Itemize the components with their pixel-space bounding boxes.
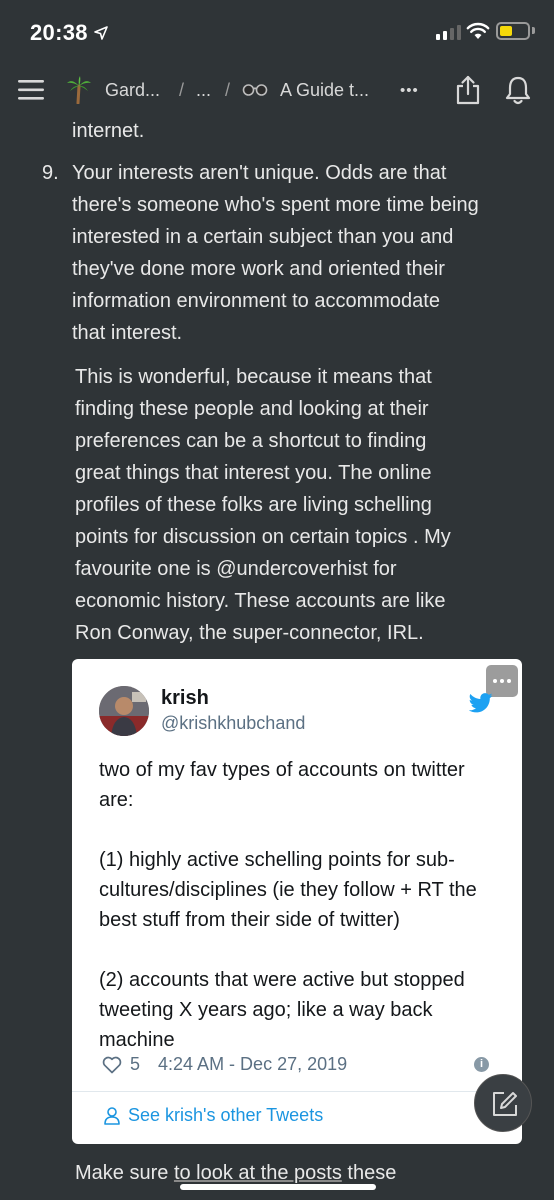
edit-button[interactable] [474,1074,532,1132]
palm-tree-icon [67,76,91,104]
breadcrumb-ellipsis[interactable]: ... [196,62,211,118]
divider [72,1091,522,1092]
paragraph-line: finding these people and looking at thei… [75,398,429,420]
list-item-line: there's someone who's spent more time be… [72,194,479,216]
list-item-number: 9. [42,162,59,184]
person-icon [104,1106,120,1125]
share-icon [456,75,480,105]
hamburger-icon [18,80,44,100]
breadcrumb-current-page[interactable]: A Guide t... [242,62,369,118]
notifications-button[interactable] [505,62,531,118]
breadcrumb-separator: / [179,79,185,100]
twitter-bird-icon[interactable] [469,693,493,713]
tweet-meta: 5 4:24 AM - Dec 27, 2019 [102,1054,347,1075]
breadcrumb-garden[interactable]: Gard... [66,62,160,118]
info-icon[interactable]: i [474,1057,489,1072]
paragraph-line: favourite one is @undercoverhist for [75,558,397,580]
list-item-line: information environment to accommodate [72,290,440,312]
tweet-text: two of my fav types of accounts on twitt… [99,759,477,1051]
article-text-fragment: internet. [72,120,145,142]
list-item-line: that interest. [72,322,183,344]
battery-icon [496,22,530,40]
paragraph-line: economic history. These accounts are lik… [75,590,446,612]
glasses-icon [242,84,268,96]
embedded-tweet[interactable]: krish @krishkhubchand two of my fav type… [72,659,522,1144]
paragraph-line: preferences can be a shortcut to finding [75,430,427,452]
like-count: 5 [130,1054,141,1074]
paragraph-line: Ron Conway, the super-connector, IRL. [75,622,424,644]
avatar[interactable] [99,686,149,736]
home-indicator[interactable] [180,1184,376,1190]
breadcrumb-current-label: A Guide t... [280,79,370,100]
more-options-button[interactable]: ••• [400,62,419,118]
top-nav-bar: Gard... / ... / A Guide t... ••• [0,62,554,118]
list-item-line: they've done more work and oriented thei… [72,258,445,280]
posts-link[interactable]: to look at the posts [174,1162,342,1184]
tweet-author-name[interactable]: krish [161,687,209,710]
location-arrow-icon [94,26,108,40]
tweet-author-handle[interactable]: @krishkhubchand [161,713,305,734]
status-bar: 20:38 [0,0,554,62]
bottom-text-suffix: these [341,1162,397,1184]
paragraph-line: This is wonderful, because it means that [75,366,432,388]
breadcrumb-garden-label: Gard... [105,79,161,100]
paragraph-line: profiles of these folks are living schel… [75,494,432,516]
heart-icon[interactable] [102,1056,122,1074]
edit-icon [493,1092,517,1116]
bottom-text-prefix: Make sure [75,1162,174,1184]
bell-icon [505,76,531,105]
list-item-line: Your interests aren't unique. Odds are t… [72,162,447,184]
paragraph-line: great things that interest you. The onli… [75,462,432,484]
see-more-label: See krish's other Tweets [128,1105,324,1125]
tweet-timestamp[interactable]: 4:24 AM - Dec 27, 2019 [158,1054,347,1075]
menu-button[interactable] [18,62,44,118]
paragraph-line: points for discussion on certain topics … [75,526,451,548]
breadcrumb-separator: / [225,79,231,100]
wifi-icon [466,22,490,39]
list-item-line: interested in a certain subject than you… [72,226,454,248]
paragraph: This is wonderful, because it means that… [75,361,515,649]
signal-icon [436,25,461,40]
status-time: 20:38 [30,20,88,45]
see-more-tweets-link[interactable]: See krish's other Tweets [104,1105,323,1126]
share-button[interactable] [455,62,481,118]
list-item-text: Your interests aren't unique. Odds are t… [72,157,522,349]
